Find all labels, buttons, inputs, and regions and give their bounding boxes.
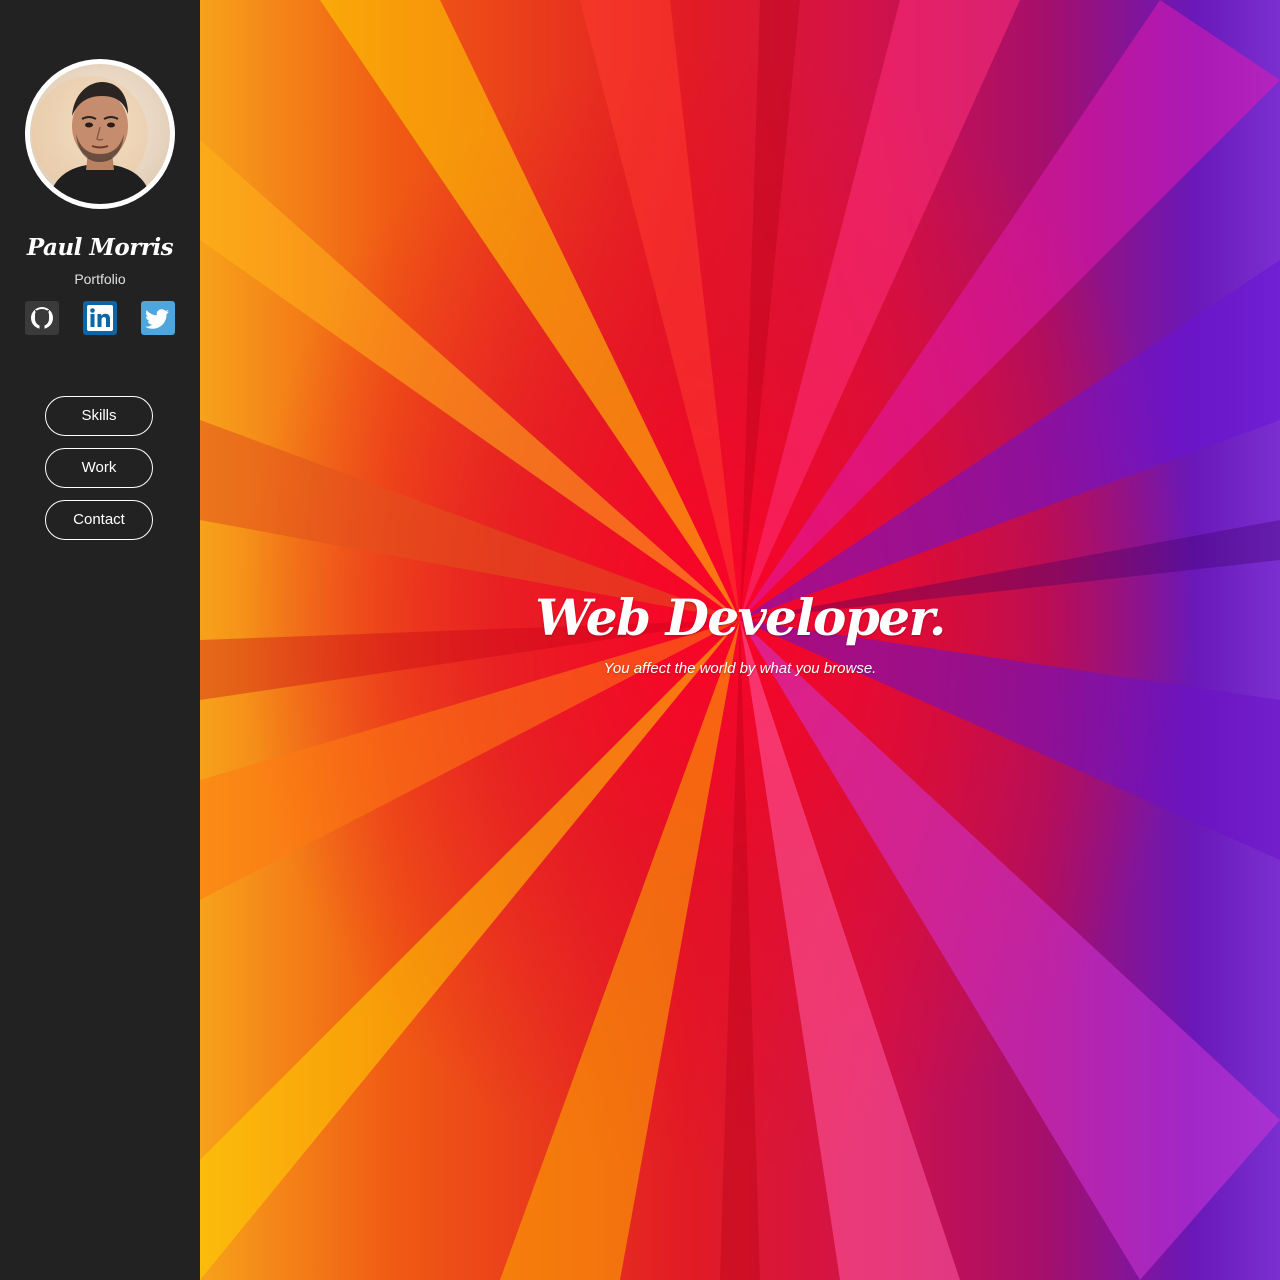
twitter-link[interactable]	[141, 301, 175, 335]
github-icon	[25, 301, 59, 335]
twitter-icon	[141, 301, 175, 335]
linkedin-link[interactable]	[83, 301, 117, 335]
profile-subtitle: Portfolio	[74, 271, 126, 287]
github-link[interactable]	[25, 301, 59, 335]
nav-contact-button[interactable]: Contact	[45, 500, 153, 540]
avatar	[25, 59, 175, 209]
nav-work-button[interactable]: Work	[45, 448, 153, 488]
page: Paul Morris Portfolio Skills Work Contac…	[0, 0, 1280, 1280]
sidebar: Paul Morris Portfolio Skills Work Contac…	[0, 0, 200, 1280]
profile-name: Paul Morris	[26, 234, 174, 261]
hero-section: Web Developer. You affect the world by w…	[200, 0, 1280, 1280]
hero-tagline: You affect the world by what you browse.	[603, 660, 877, 677]
avatar-portrait	[32, 76, 152, 204]
linkedin-icon	[83, 301, 117, 335]
hero-title: Web Developer.	[535, 588, 946, 647]
nav-skills-button[interactable]: Skills	[45, 396, 153, 436]
